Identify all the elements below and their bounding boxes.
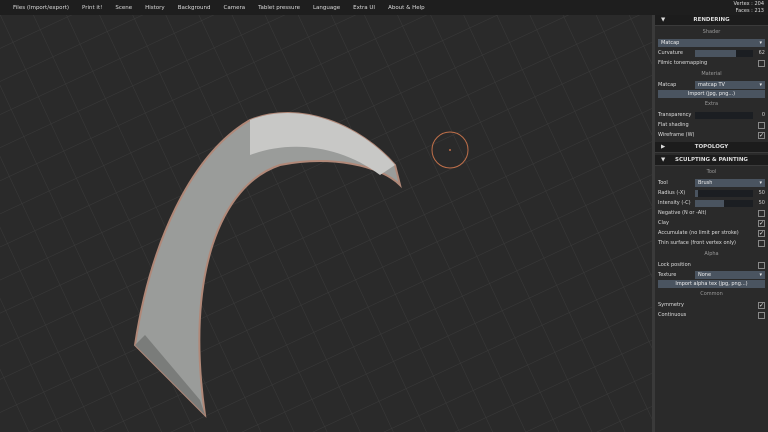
topology-header[interactable]: ▶ TOPOLOGY xyxy=(655,142,768,153)
slider-fill xyxy=(695,199,724,207)
face-count: Faces : 213 xyxy=(735,8,764,14)
lock-position-label: Lock position xyxy=(658,262,691,268)
extra-section: Extra xyxy=(704,101,719,107)
symmetry-checkbox[interactable]: ✓ xyxy=(758,301,765,309)
negative-checkbox[interactable] xyxy=(758,209,765,217)
matcap-value: matcap TV xyxy=(698,82,725,88)
material-section: Material xyxy=(701,71,722,77)
negative-label: Negative (N or -Alt) xyxy=(658,210,707,216)
intensity-value[interactable]: 50 xyxy=(757,200,765,206)
slider-fill xyxy=(695,49,736,57)
alpha-section: Alpha xyxy=(704,251,719,257)
stats-bar: Vertex : 204 Faces : 213 xyxy=(652,0,768,15)
dropdown-arrow-icon: ▾ xyxy=(759,40,762,46)
continuous-checkbox[interactable] xyxy=(758,311,765,319)
wireframe-label: Wireframe (W) xyxy=(658,132,695,138)
common-section: Common xyxy=(700,291,723,297)
import-matcap-button[interactable]: Import (jpg, png...) xyxy=(658,90,765,98)
matcap-label: Matcap xyxy=(658,82,677,88)
brush-cursor-center xyxy=(449,149,451,151)
symmetry-label: Symmetry xyxy=(658,302,684,308)
scene-canvas[interactable] xyxy=(0,15,652,432)
transparency-slider[interactable] xyxy=(695,111,753,119)
texture-label: Texture xyxy=(658,272,677,278)
texture-value: None xyxy=(698,272,712,278)
radius-slider[interactable] xyxy=(695,189,753,197)
dropdown-arrow-icon: ▾ xyxy=(759,272,762,278)
curvature-label: Curvature xyxy=(658,50,683,56)
thin-surface-label: Thin surface (front vertex only) xyxy=(658,240,736,246)
intensity-label: Intensity (-C) xyxy=(658,200,691,206)
rendering-header[interactable]: ▼ RENDERING xyxy=(655,15,768,26)
side-panel: ▼ RENDERING Shader Matcap ▾ Curvature 62 Fi… xyxy=(652,15,768,432)
filmic-label: Filmic tonemapping xyxy=(658,60,708,66)
curvature-value[interactable]: 62 xyxy=(757,50,765,56)
shader-section: Shader xyxy=(702,29,721,35)
collapse-arrow-icon: ▼ xyxy=(661,17,666,23)
tool-label: Tool xyxy=(658,180,668,186)
floor-grid xyxy=(0,15,652,432)
dropdown-arrow-icon: ▾ xyxy=(759,180,762,186)
menu-camera[interactable]: Camera xyxy=(224,5,246,11)
accumulate-label: Accumulate (no limit per stroke) xyxy=(658,230,739,236)
menu-about[interactable]: About & Help xyxy=(388,5,425,11)
slider-fill xyxy=(695,189,698,197)
menu-bar: Files (Import/export) Print it! Scene Hi… xyxy=(0,0,652,15)
filmic-checkbox[interactable] xyxy=(758,59,765,67)
sculpting-title: SCULPTING & PAINTING xyxy=(675,157,748,163)
import-alpha-button[interactable]: Import alpha tex (jpg, png...) xyxy=(658,280,765,288)
radius-label: Radius (-X) xyxy=(658,190,686,196)
menu-history[interactable]: History xyxy=(145,5,165,11)
expand-arrow-icon: ▶ xyxy=(661,144,666,150)
menu-tablet[interactable]: Tablet pressure xyxy=(258,5,300,11)
menu-language[interactable]: Language xyxy=(313,5,340,11)
accumulate-checkbox[interactable]: ✓ xyxy=(758,229,765,237)
tool-select[interactable]: Brush ▾ xyxy=(695,179,765,187)
vertex-count: Vertex : 204 xyxy=(733,1,764,7)
clay-label: Clay xyxy=(658,220,669,226)
menu-files[interactable]: Files (Import/export) xyxy=(13,5,69,11)
menu-extra-ui[interactable]: Extra UI xyxy=(353,5,375,11)
shader-select[interactable]: Matcap ▾ xyxy=(658,39,765,47)
thin-surface-checkbox[interactable] xyxy=(758,239,765,247)
intensity-slider[interactable] xyxy=(695,199,753,207)
texture-select[interactable]: None ▾ xyxy=(695,271,765,279)
lock-position-checkbox[interactable] xyxy=(758,261,765,269)
collapse-arrow-icon: ▼ xyxy=(661,157,666,163)
rendering-title: RENDERING xyxy=(693,17,730,23)
transparency-value[interactable]: 0 xyxy=(757,112,765,118)
menu-background[interactable]: Background xyxy=(178,5,211,11)
matcap-select[interactable]: matcap TV ▾ xyxy=(695,81,765,89)
tool-value: Brush xyxy=(698,180,713,186)
shader-value: Matcap xyxy=(661,40,680,46)
continuous-label: Continuous xyxy=(658,312,687,318)
3d-viewport[interactable] xyxy=(0,15,652,432)
tool-section: Tool xyxy=(706,169,717,175)
sculpting-header[interactable]: ▼ SCULPTING & PAINTING xyxy=(655,155,768,166)
menu-print[interactable]: Print it! xyxy=(82,5,102,11)
radius-value[interactable]: 50 xyxy=(757,190,765,196)
flat-shading-label: Flat shading xyxy=(658,122,689,128)
transparency-label: Transparency xyxy=(658,112,692,118)
dropdown-arrow-icon: ▾ xyxy=(759,82,762,88)
topology-title: TOPOLOGY xyxy=(694,144,729,150)
flat-shading-checkbox[interactable] xyxy=(758,121,765,129)
wireframe-checkbox[interactable]: ✓ xyxy=(758,131,765,139)
menu-scene[interactable]: Scene xyxy=(115,5,132,11)
clay-checkbox[interactable]: ✓ xyxy=(758,219,765,227)
curvature-slider[interactable] xyxy=(695,49,753,57)
